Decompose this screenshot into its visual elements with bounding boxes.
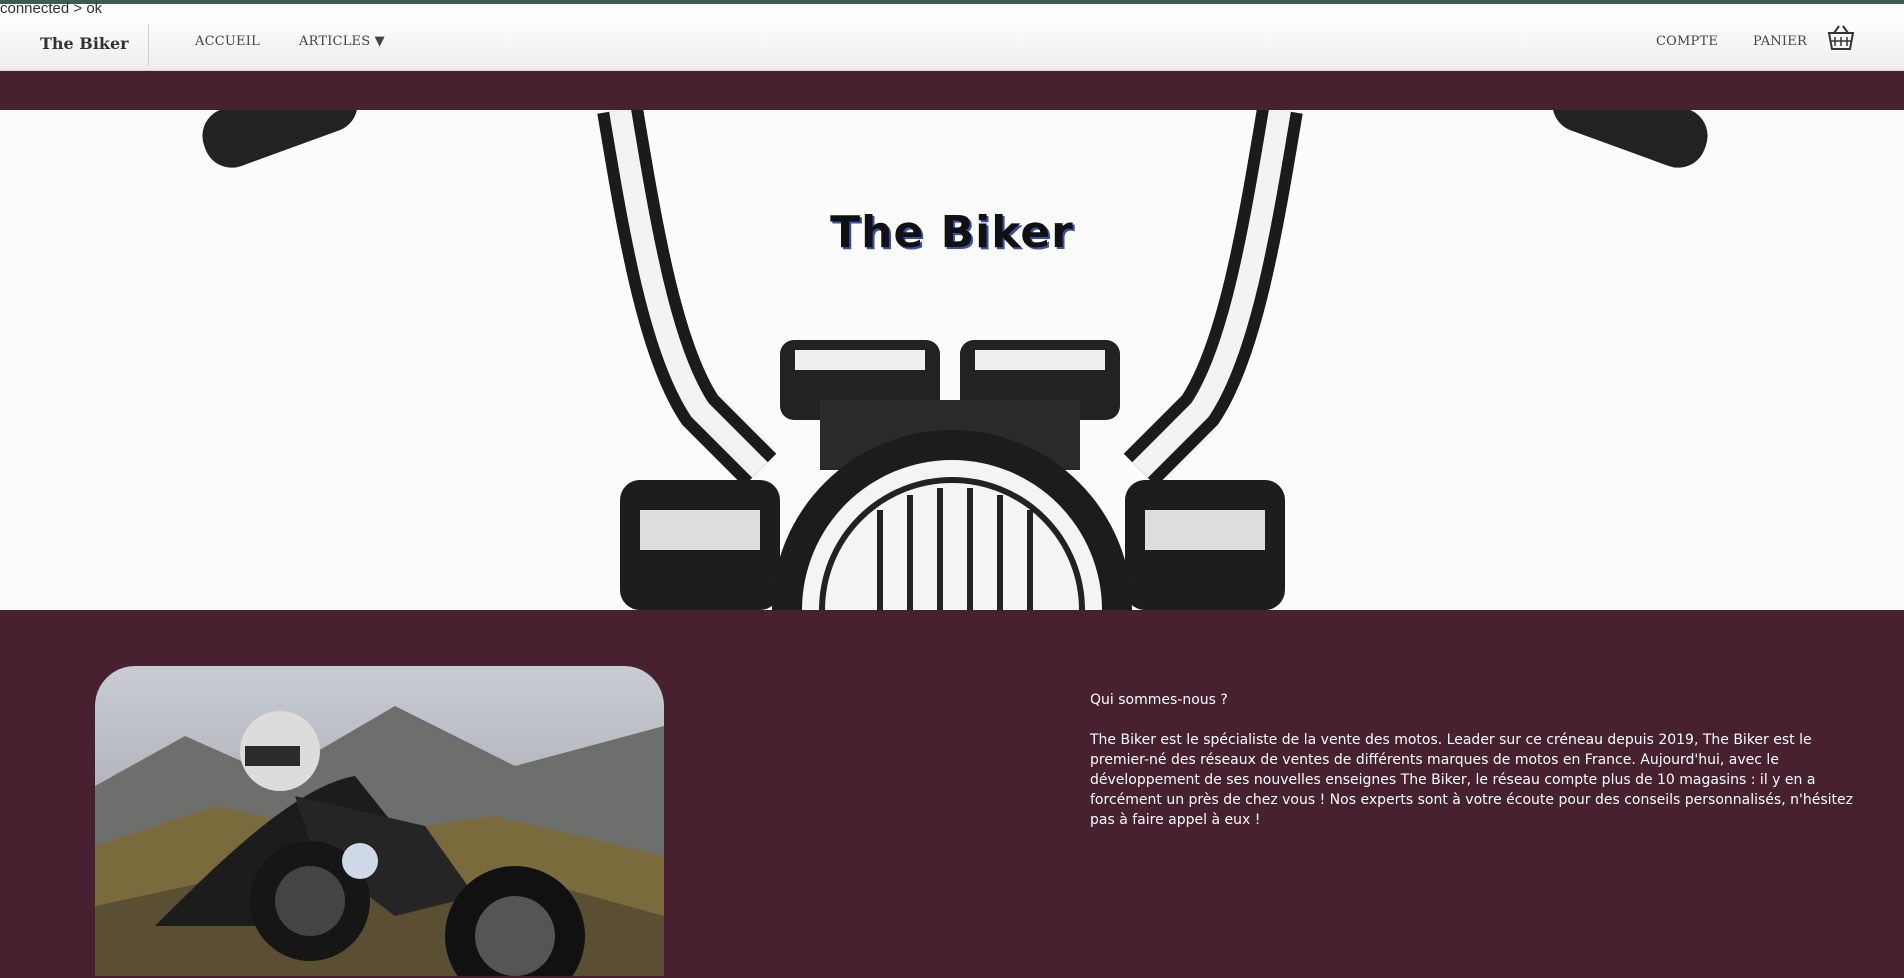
nav-panier-link[interactable]: PANIER	[1753, 34, 1807, 49]
navbar: The Biker ACCUEIL ARTICLES ▼ COMPTE PANI…	[0, 18, 1904, 71]
about-description: The Biker est le spécialiste de la vente…	[1090, 732, 1853, 828]
motorcycle-rider-photo	[95, 666, 664, 976]
connection-status: connected > ok	[0, 0, 103, 17]
hero-banner: The Biker	[0, 110, 1904, 610]
about-section: Qui sommes-nous ? The Biker est le spéci…	[0, 610, 1904, 978]
hero-title: The Biker	[830, 207, 1074, 259]
nav-articles-dropdown[interactable]: ARTICLES ▼	[299, 34, 385, 49]
brand-link[interactable]: The Biker	[40, 34, 129, 53]
top-bar: connected > ok	[0, 0, 1904, 18]
nav-accueil-link[interactable]: ACCUEIL	[195, 34, 260, 49]
motorcycle-handlebars-illustration	[202, 110, 1708, 610]
nav-compte-link[interactable]: COMPTE	[1656, 34, 1718, 49]
about-heading: Qui sommes-nous ?	[1090, 692, 1228, 708]
top-accent-bar	[0, 0, 1904, 4]
about-text-block: Qui sommes-nous ? The Biker est le spéci…	[1090, 690, 1870, 830]
nav-divider	[148, 24, 149, 66]
accent-stripe	[0, 71, 1904, 110]
basket-icon[interactable]	[1826, 24, 1856, 52]
